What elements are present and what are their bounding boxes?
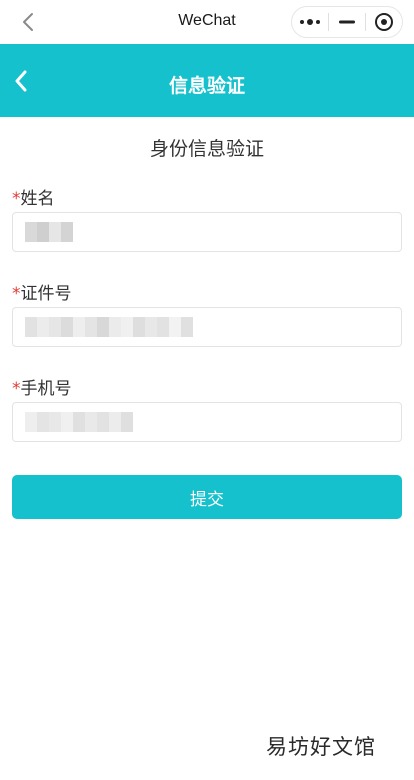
watermark-text: 易坊好文馆 [266,735,376,759]
page-title: 信息验证 [168,75,245,97]
more-dots-icon [300,19,321,25]
target-close-icon [374,13,393,31]
name-label-text: 姓名 [20,189,55,209]
redacted-value [25,317,193,337]
wechat-title-bar: WeChat [0,0,414,44]
required-mark: * [12,284,21,304]
phone-input[interactable] [12,402,402,442]
id-number-label-text: 证件号 [20,284,72,304]
page: WeChat 信息验证 身份信息验证 *姓名 *证件号 *手机号 提交 易坊好文… [0,0,414,780]
phone-label-text: 手机号 [20,379,72,399]
phone-label: *手机号 [12,374,72,399]
minimize-button[interactable] [329,7,365,37]
required-mark: * [12,379,21,399]
form-title: 身份信息验证 [149,138,264,160]
id-number-input[interactable] [12,307,402,347]
name-label: *姓名 [12,184,55,209]
redacted-value [25,222,73,242]
name-input[interactable] [12,212,402,252]
submit-button[interactable]: 提交 [12,475,402,519]
nav-bar: 信息验证 [0,44,414,117]
close-miniprogram-button[interactable] [366,7,402,37]
menu-capsule [291,6,403,38]
minimize-icon [339,20,355,24]
required-mark: * [12,189,21,209]
more-button[interactable] [292,7,328,37]
redacted-value [25,412,133,432]
id-number-label: *证件号 [12,279,72,304]
